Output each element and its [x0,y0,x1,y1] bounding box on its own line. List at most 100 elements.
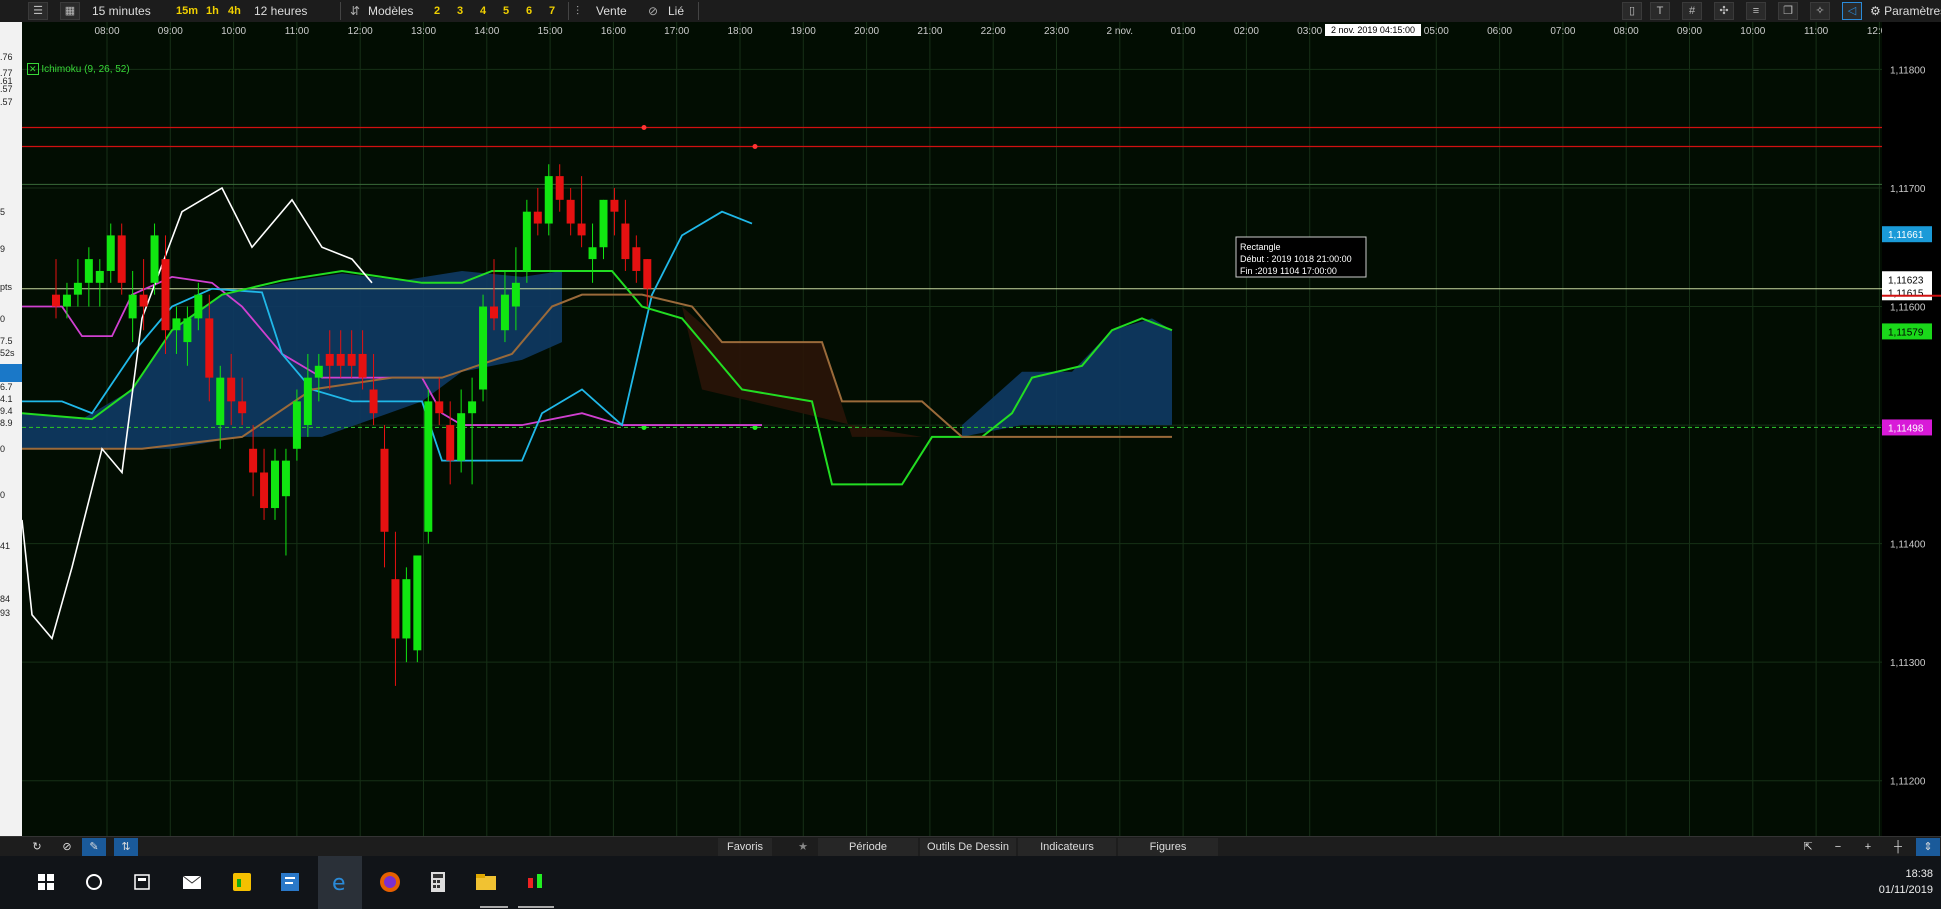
candle-body [227,377,236,402]
tooltip-line: Rectangle [1240,242,1281,252]
clock-date: 01/11/2019 [1878,884,1933,896]
tooltip-line: Début : 2019 1018 21:00:00 [1240,254,1352,264]
tooltip-line: Fin :2019 1104 17:00:00 [1240,266,1337,276]
time-tick-label: 20:00 [854,26,879,37]
line-anchor-dot [752,143,758,149]
settings-button[interactable]: ⚙ Paramètres [1870,2,1941,20]
interval-15m[interactable]: 15m [176,2,198,20]
time-tick-label: 06:00 [1487,26,1512,37]
zoom-out-icon[interactable]: − [1826,838,1850,856]
left-strip-value: pts [0,282,13,292]
candle-body [52,294,60,307]
timeframe-select[interactable]: 15 minutes [92,2,172,20]
mail-icon[interactable] [178,868,206,896]
candle-body [128,294,137,319]
preset-3[interactable]: 3 [457,2,463,20]
preset-6[interactable]: 6 [526,2,532,20]
pen-icon[interactable]: ✎ [82,838,106,856]
interval-4h[interactable]: 4h [228,2,241,20]
time-tick-label: 08:00 [1614,26,1639,37]
preset-2[interactable]: 2 [434,2,440,20]
bar-chart-icon[interactable]: ▯ [1622,2,1642,20]
candle-body [260,472,269,509]
time-tick-label: 09:00 [1677,26,1702,37]
menu-icon[interactable]: ☰ [28,2,48,20]
price-tag-label: 1,11579 [1888,327,1924,338]
candle-body [369,389,378,414]
candlestick-chart[interactable]: 08:00 09:00 10:00 11:00 12:00 13:00 14:00 15:00… [21,22,1892,840]
refresh-icon[interactable]: ↻ [26,838,48,856]
candle-body [588,247,597,260]
candle-body [62,294,71,307]
candle-body [446,425,455,461]
candle-body [533,211,542,224]
file-explorer-icon[interactable] [472,868,500,896]
tab-periode[interactable]: Période [818,838,918,856]
move-icon[interactable]: ⇅ [114,838,138,856]
price-axis-labels: 1,118001,117001,116001,115001,114001,113… [1882,65,1941,788]
close-indicator-icon[interactable]: ✕ [27,63,39,75]
calculator-icon[interactable] [424,868,452,896]
candle-body [435,401,444,414]
explorer-running-indicator [480,906,508,908]
preset-7[interactable]: 7 [549,2,555,20]
grid-icon[interactable]: # [1682,2,1702,20]
candle-body [150,235,159,283]
cursor-icon[interactable]: ✧ [1810,2,1830,20]
fit-icon[interactable]: ⇱ [1796,838,1820,856]
preset-5[interactable]: 5 [503,2,509,20]
windows-start-icon[interactable] [32,868,60,896]
candle-body [424,401,433,532]
candle-body [500,294,509,331]
disable-icon[interactable]: ⊘ [56,838,78,856]
candle-body [84,259,93,283]
system-clock[interactable]: 18:38 01/11/2019 [1879,866,1933,898]
crosshair-icon[interactable]: ✣ [1714,2,1734,20]
trading-app-icon[interactable] [522,868,550,896]
candle-body [577,223,586,236]
indicator-legend[interactable]: ✕ Ichimoku (9, 26, 52) [27,63,130,75]
tab-indicateurs[interactable]: Indicateurs [1018,838,1116,856]
time-tick-label: 11:00 [1804,26,1829,37]
task-view-icon[interactable] [128,868,156,896]
layout-icon[interactable]: ▦ [60,2,80,20]
tag-icon[interactable]: ◁ [1842,2,1862,20]
time-tick-label: 23:00 [1044,26,1069,37]
sell-button[interactable]: Vente [596,2,627,20]
price-tag-label: 1,11661 [1888,230,1924,241]
firefox-icon[interactable] [376,868,404,896]
candle-body [599,199,608,248]
models-icon: ⇵ [350,4,361,18]
candle-body [106,235,115,271]
zoom-in-icon[interactable]: + [1856,838,1880,856]
scale-icon[interactable]: ⇕ [1916,838,1940,856]
text-tool-icon[interactable]: T [1650,2,1670,20]
interval-1h[interactable]: 1h [206,2,219,20]
candle-body [117,235,126,283]
linked-button[interactable]: Lié [668,2,684,20]
edge-icon[interactable]: e [326,868,354,896]
remote-desktop-icon[interactable] [276,868,304,896]
duration-select[interactable]: 12 heures [254,2,307,20]
tab-favoris[interactable]: Favoris [718,838,772,856]
search-icon[interactable] [80,868,108,896]
candle-body [271,460,279,509]
candle-body [632,247,641,271]
price-chart[interactable]: 08:00 09:00 10:00 11:00 12:00 13:00 14:00 15:00… [21,22,1892,840]
tab-figures[interactable]: Figures [1118,838,1218,856]
price-tag-label: 1,11615 [1888,288,1924,299]
price-tick-label: 1,11800 [1890,65,1926,76]
crosshair-toggle-icon[interactable]: ┼ [1886,838,1910,856]
indicator-label: Ichimoku (9, 26, 52) [41,64,130,75]
candle-body [358,353,367,378]
star-icon[interactable]: ★ [788,838,818,856]
preset-4[interactable]: 4 [480,2,486,20]
tab-outils-dessin[interactable]: Outils De Dessin [920,838,1016,856]
windows-icon[interactable]: ❐ [1778,2,1798,20]
sticky-notes-icon[interactable] [228,868,256,896]
list-icon[interactable]: ≡ [1746,2,1766,20]
clock-time: 18:38 [1905,868,1933,880]
time-tick-label: 13:00 [411,26,436,37]
models-button[interactable]: Modèles [368,2,413,20]
candle-body [139,294,148,307]
